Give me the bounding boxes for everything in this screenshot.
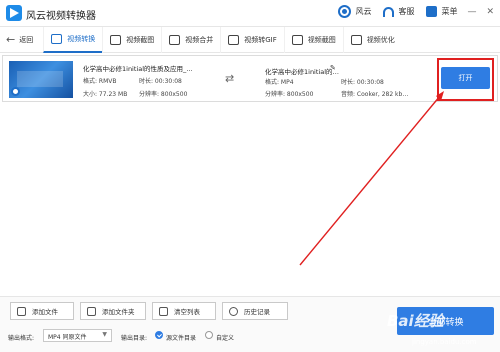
add-folder-icon [87,306,96,316]
clear-list-label: 清空列表 [174,308,200,316]
add-folder-button[interactable]: 添加文件夹 [80,302,146,320]
chevron-down-icon: ▼ [102,331,107,338]
clock-icon [229,306,238,316]
add-file-label: 添加文件 [32,308,58,316]
add-folder-label: 添加文件夹 [102,308,135,316]
output-format-label: 输出格式: [8,335,35,342]
output-format-select[interactable]: MP4 同原文件 ▼ [43,329,112,342]
source-dir-label: 源文件目录 [166,335,197,342]
watermark-url: jingyan.baidu.com [412,338,477,346]
custom-dir-label: 自定义 [216,335,235,342]
history-button[interactable]: 历史记录 [222,302,288,320]
radio-source-dir[interactable] [155,331,163,339]
clear-list-button[interactable]: 清空列表 [152,302,216,320]
trash-icon [159,306,168,316]
radio-custom-dir[interactable] [205,331,213,339]
output-format-value: MP4 同原文件 [48,334,87,341]
history-label: 历史记录 [244,308,270,316]
add-file-icon [17,306,26,316]
app-window: 风云视频转换器 风云 客服 菜单 — ✕ ← 返回 视频转换 视频截图 视频合并 [0,0,500,352]
add-file-button[interactable]: 添加文件 [10,302,74,320]
watermark-logo: Bai经验 [387,312,444,330]
output-dir-label: 输出目录: [121,335,148,342]
